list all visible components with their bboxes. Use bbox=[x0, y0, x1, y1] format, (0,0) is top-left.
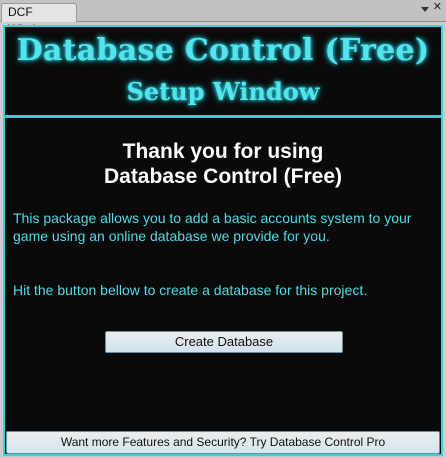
header-banner: Database Control (Free) Setup Window bbox=[5, 27, 441, 118]
instruction-text: Hit the button bellow to create a databa… bbox=[13, 282, 368, 298]
description-text: This package allows you to add a basic a… bbox=[13, 210, 412, 244]
page-subtitle: Setup Window bbox=[126, 77, 320, 106]
create-database-button[interactable]: Create Database bbox=[105, 331, 343, 353]
thank-you-heading: Thank you for using Database Control (Fr… bbox=[5, 139, 441, 189]
setup-panel: Database Control (Free) Setup Window Tha… bbox=[3, 25, 443, 456]
window-controls: ✕ bbox=[420, 1, 442, 19]
window-tab-bar: DCF Window ✕ bbox=[0, 0, 446, 36]
close-icon[interactable]: ✕ bbox=[433, 1, 442, 12]
thank-you-line-2: Database Control (Free) bbox=[103, 165, 343, 188]
thank-you-line-1: Thank you for using bbox=[122, 140, 324, 163]
window-tab[interactable]: DCF Window bbox=[1, 3, 77, 36]
try-pro-button[interactable]: Want more Features and Security? Try Dat… bbox=[6, 431, 440, 454]
page-title: Database Control (Free) bbox=[16, 33, 430, 68]
menu-icon[interactable] bbox=[420, 2, 430, 12]
